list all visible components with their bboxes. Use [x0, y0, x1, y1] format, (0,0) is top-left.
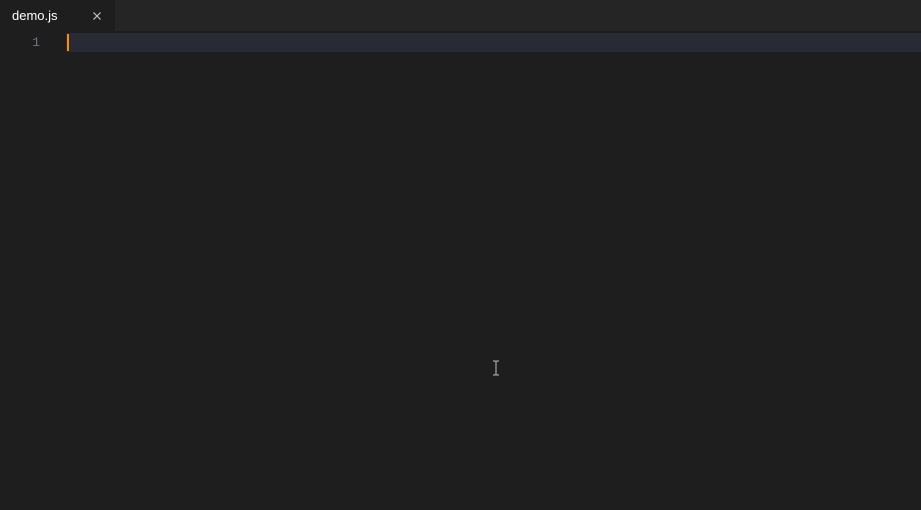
code-editor[interactable]: [66, 31, 921, 510]
tab-label: demo.js: [12, 8, 81, 23]
close-icon[interactable]: [89, 8, 105, 24]
editor-area: 1: [0, 31, 921, 510]
tab-bar: demo.js: [0, 0, 921, 31]
line-number: 1: [0, 33, 66, 52]
line-number-gutter: 1: [0, 31, 66, 510]
tab-demo-js[interactable]: demo.js: [0, 0, 116, 31]
current-line-highlight: [66, 33, 921, 52]
editor-caret: [67, 34, 69, 51]
